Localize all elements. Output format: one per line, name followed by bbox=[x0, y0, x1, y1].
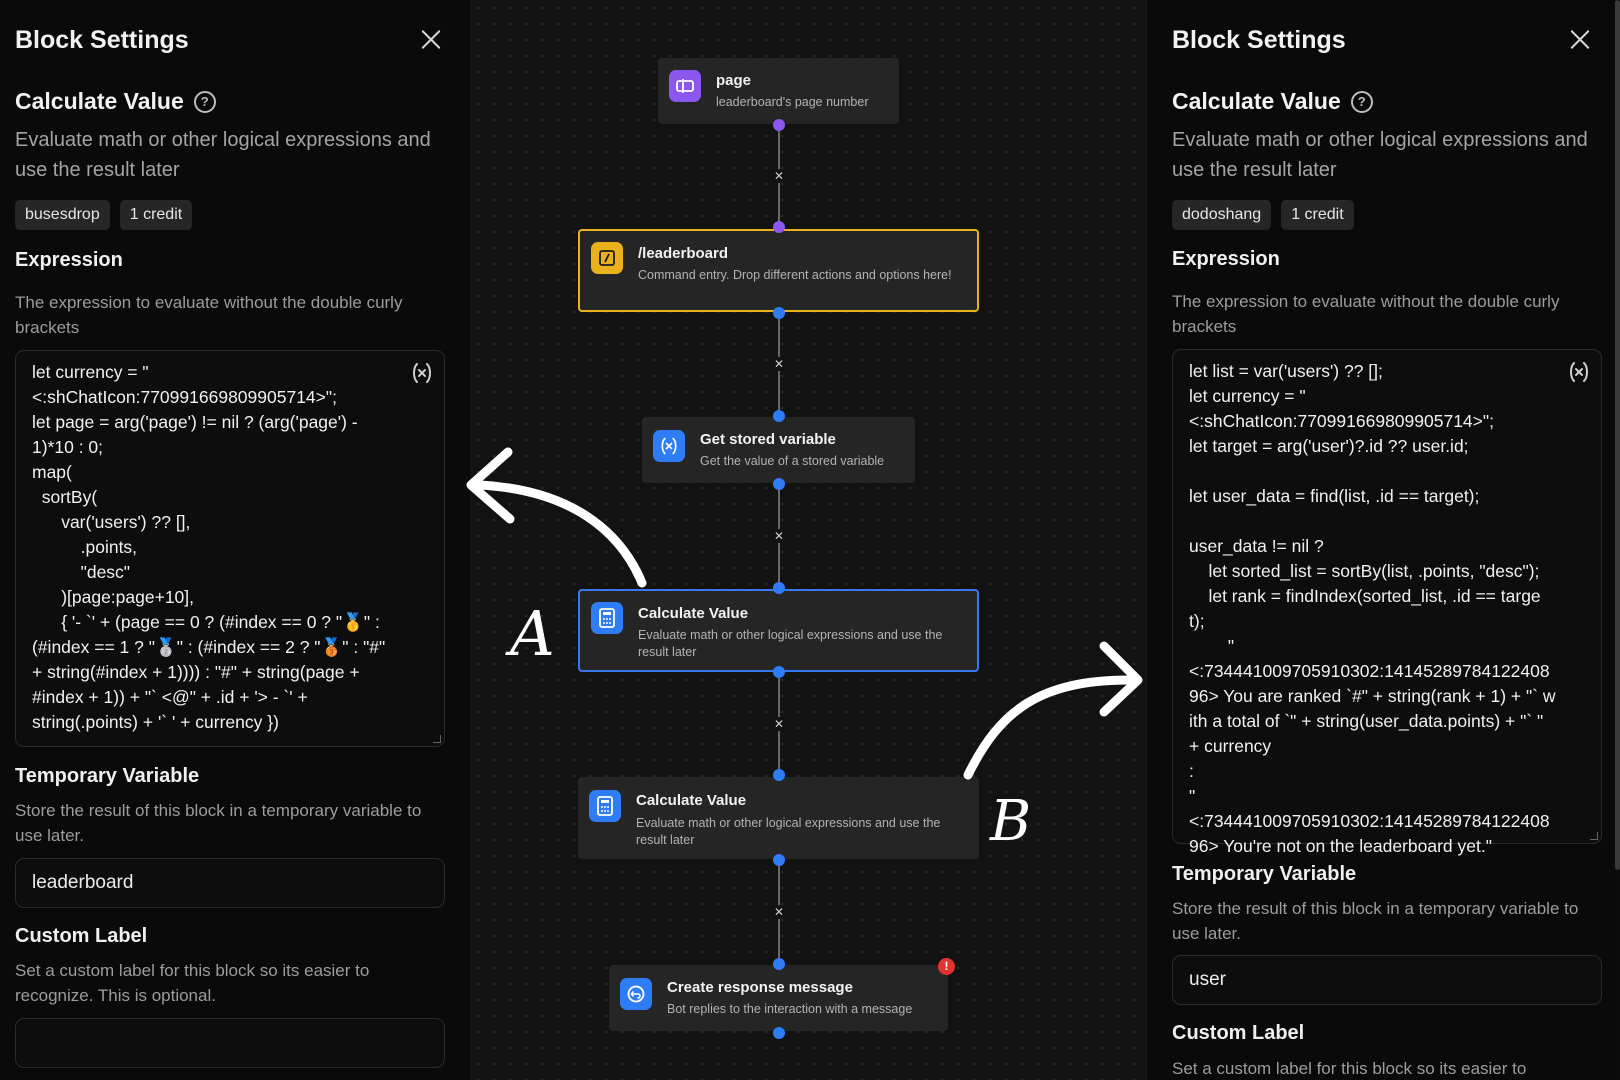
block-title: Calculate Value ? bbox=[1172, 88, 1373, 115]
node-leaderboard-command[interactable]: /leaderboard Command entry. Drop differe… bbox=[578, 229, 979, 312]
author-tag: dodoshang bbox=[1172, 200, 1272, 230]
input-port[interactable] bbox=[773, 410, 785, 422]
output-port[interactable] bbox=[773, 1027, 785, 1039]
input-port[interactable] bbox=[773, 221, 785, 233]
author-tag: busesdrop bbox=[15, 200, 110, 230]
node-description: leaderboard's page number bbox=[716, 95, 869, 109]
option-icon bbox=[669, 70, 701, 102]
right-settings-panel: Block Settings Calculate Value ? Evaluat… bbox=[1146, 0, 1616, 1080]
panel-title: Block Settings bbox=[15, 26, 189, 54]
reply-icon bbox=[620, 978, 652, 1010]
node-calculate-value-a[interactable]: Calculate Value Evaluate math or other l… bbox=[578, 589, 979, 672]
node-page-option[interactable]: page leaderboard's page number bbox=[658, 58, 899, 124]
custom-label-description: Set a custom label for this block so its… bbox=[15, 961, 370, 1005]
node-title: page bbox=[716, 72, 752, 89]
input-port[interactable] bbox=[773, 769, 785, 781]
resize-handle[interactable] bbox=[1590, 832, 1598, 840]
variable-insert-icon[interactable] bbox=[410, 361, 434, 385]
expression-title: Expression bbox=[1172, 248, 1280, 270]
node-title: Get stored variable bbox=[700, 431, 836, 448]
panel-title: Block Settings bbox=[1172, 26, 1346, 54]
variable-icon bbox=[653, 430, 685, 462]
flow-canvas[interactable] bbox=[470, 0, 1146, 1080]
output-port[interactable] bbox=[773, 307, 785, 319]
help-icon[interactable]: ? bbox=[193, 90, 216, 113]
credit-tag: 1 credit bbox=[119, 200, 193, 230]
resize-handle[interactable] bbox=[433, 735, 441, 743]
node-description: Bot replies to the interaction with a me… bbox=[667, 1002, 913, 1016]
temp-var-description: Store the result of this block in a temp… bbox=[15, 801, 422, 845]
expression-description: The expression to evaluate without the d… bbox=[15, 293, 403, 337]
close-icon[interactable] bbox=[418, 26, 444, 52]
node-title: Create response message bbox=[667, 979, 853, 996]
node-description: Get the value of a stored variable bbox=[700, 454, 885, 468]
input-port[interactable] bbox=[773, 958, 785, 970]
tag-list: dodoshang 1 credit bbox=[1172, 200, 1354, 230]
variable-insert-icon[interactable] bbox=[1567, 360, 1591, 384]
close-icon[interactable] bbox=[1567, 26, 1593, 52]
expression-editor[interactable]: let list = var('users') ?? []; let curre… bbox=[1172, 349, 1602, 856]
expression-description: The expression to evaluate without the d… bbox=[1172, 292, 1560, 336]
remove-connection-icon[interactable]: ✕ bbox=[772, 717, 786, 731]
remove-connection-icon[interactable]: ✕ bbox=[772, 169, 786, 183]
block-description: Evaluate math or other logical expressio… bbox=[15, 129, 431, 181]
output-port[interactable] bbox=[773, 854, 785, 866]
node-calculate-value-b[interactable]: Calculate Value Evaluate math or other l… bbox=[578, 777, 979, 859]
warning-badge-icon[interactable]: ! bbox=[938, 958, 955, 975]
tag-list: busesdrop 1 credit bbox=[15, 200, 193, 230]
credit-tag: 1 credit bbox=[1281, 200, 1354, 230]
calculator-icon bbox=[591, 602, 623, 634]
temp-var-input[interactable]: user bbox=[1172, 955, 1602, 1005]
custom-label-title: Custom Label bbox=[1172, 1022, 1305, 1044]
block-title-text: Calculate Value bbox=[1172, 88, 1341, 114]
node-get-stored-variable[interactable]: Get stored variable Get the value of a s… bbox=[642, 417, 915, 483]
expression-code[interactable]: let list = var('users') ?? []; let curre… bbox=[1173, 350, 1601, 869]
right-panel-scrollbar[interactable] bbox=[1615, 0, 1620, 870]
calculator-icon bbox=[589, 790, 621, 822]
remove-connection-icon[interactable]: ✕ bbox=[772, 529, 786, 543]
expression-title: Expression bbox=[15, 249, 123, 271]
help-icon[interactable]: ? bbox=[1350, 90, 1373, 113]
custom-label-description: Set a custom label for this block so its… bbox=[1172, 1059, 1527, 1078]
output-port[interactable] bbox=[773, 478, 785, 490]
node-description: Evaluate math or other logical expressio… bbox=[638, 628, 943, 659]
output-port[interactable] bbox=[773, 119, 785, 131]
expression-editor[interactable]: let currency = " <:shChatIcon:7709916698… bbox=[15, 350, 445, 747]
node-title: Calculate Value bbox=[638, 605, 749, 622]
output-port[interactable] bbox=[773, 666, 785, 678]
temp-var-description: Store the result of this block in a temp… bbox=[1172, 899, 1579, 943]
node-description: Evaluate math or other logical expressio… bbox=[636, 816, 941, 847]
node-title: Calculate Value bbox=[636, 792, 747, 809]
block-title: Calculate Value ? bbox=[15, 88, 216, 115]
custom-label-title: Custom Label bbox=[15, 925, 148, 947]
command-icon bbox=[591, 242, 623, 274]
temp-var-title: Temporary Variable bbox=[15, 765, 200, 787]
input-port[interactable] bbox=[773, 582, 785, 594]
left-settings-panel: Block Settings Calculate Value ? Evaluat… bbox=[0, 0, 470, 1080]
remove-connection-icon[interactable]: ✕ bbox=[772, 905, 786, 919]
temp-var-input[interactable]: leaderboard bbox=[15, 858, 445, 908]
block-description: Evaluate math or other logical expressio… bbox=[1172, 129, 1588, 181]
remove-connection-icon[interactable]: ✕ bbox=[772, 357, 786, 371]
expression-code[interactable]: let currency = " <:shChatIcon:7709916698… bbox=[16, 351, 444, 745]
custom-label-input[interactable] bbox=[15, 1018, 445, 1068]
node-description: Command entry. Drop different actions an… bbox=[638, 268, 952, 282]
block-title-text: Calculate Value bbox=[15, 88, 184, 114]
node-create-response[interactable]: Create response message Bot replies to t… bbox=[609, 965, 948, 1031]
temp-var-title: Temporary Variable bbox=[1172, 863, 1357, 885]
node-title: /leaderboard bbox=[638, 245, 729, 262]
